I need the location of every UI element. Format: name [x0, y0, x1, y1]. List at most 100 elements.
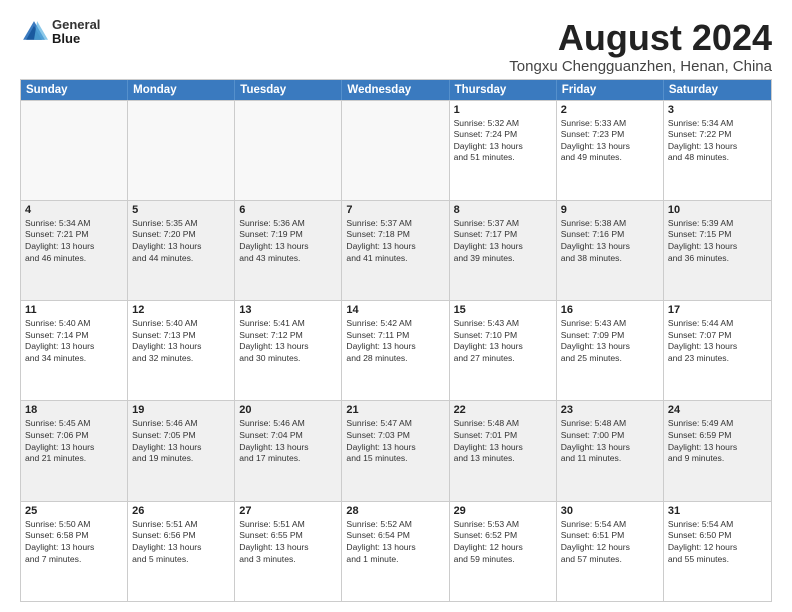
day-number: 23 — [561, 404, 659, 416]
cell-info: Daylight: 13 hours — [346, 241, 444, 253]
cal-cell-26: 26Sunrise: 5:51 AMSunset: 6:56 PMDayligh… — [128, 502, 235, 601]
page: General Blue August 2024 Tongxu Chenggua… — [0, 0, 792, 612]
calendar-row-5: 25Sunrise: 5:50 AMSunset: 6:58 PMDayligh… — [21, 501, 771, 601]
cell-info: Sunset: 6:54 PM — [346, 530, 444, 542]
cell-info: Daylight: 13 hours — [25, 341, 123, 353]
cell-info: Sunrise: 5:35 AM — [132, 218, 230, 230]
cal-cell-28: 28Sunrise: 5:52 AMSunset: 6:54 PMDayligh… — [342, 502, 449, 601]
cell-info: Sunrise: 5:54 AM — [561, 519, 659, 531]
header-day-saturday: Saturday — [664, 80, 771, 100]
cell-info: Sunrise: 5:43 AM — [561, 318, 659, 330]
cal-cell-24: 24Sunrise: 5:49 AMSunset: 6:59 PMDayligh… — [664, 401, 771, 500]
cell-info: Daylight: 13 hours — [561, 241, 659, 253]
cell-info: Sunset: 7:17 PM — [454, 229, 552, 241]
cell-info: and 7 minutes. — [25, 554, 123, 566]
day-number: 30 — [561, 505, 659, 517]
cell-info: Daylight: 13 hours — [132, 542, 230, 554]
cell-info: and 34 minutes. — [25, 353, 123, 365]
cell-info: Sunset: 7:22 PM — [668, 129, 767, 141]
cal-cell-27: 27Sunrise: 5:51 AMSunset: 6:55 PMDayligh… — [235, 502, 342, 601]
cal-cell-3: 3Sunrise: 5:34 AMSunset: 7:22 PMDaylight… — [664, 101, 771, 200]
cell-info: Sunset: 6:50 PM — [668, 530, 767, 542]
cal-cell-13: 13Sunrise: 5:41 AMSunset: 7:12 PMDayligh… — [235, 301, 342, 400]
cal-cell-31: 31Sunrise: 5:54 AMSunset: 6:50 PMDayligh… — [664, 502, 771, 601]
cell-info: Sunset: 7:07 PM — [668, 330, 767, 342]
cell-info: Daylight: 13 hours — [454, 241, 552, 253]
day-number: 7 — [346, 204, 444, 216]
cal-cell-14: 14Sunrise: 5:42 AMSunset: 7:11 PMDayligh… — [342, 301, 449, 400]
calendar-row-2: 4 Sunrise: 5:34 AMSunset: 7:21 PM Daylight… — [21, 200, 771, 300]
cell-info: Sunset: 7:14 PM — [25, 330, 123, 342]
cell-info: Daylight: 13 hours — [561, 141, 659, 153]
cell-info: Sunset: 7:00 PM — [561, 430, 659, 442]
cal-cell-2: 2Sunrise: 5:33 AMSunset: 7:23 PMDaylight… — [557, 101, 664, 200]
cell-info: and 32 minutes. — [132, 353, 230, 365]
day-number: 18 — [25, 404, 123, 416]
cal-cell-empty-1 — [128, 101, 235, 200]
cell-info: Sunset: 7:13 PM — [132, 330, 230, 342]
cell-info: and 17 minutes. — [239, 453, 337, 465]
logo-line2: Blue — [52, 32, 100, 46]
cell-info: Sunset: 7:15 PM — [668, 229, 767, 241]
cell-info: and 27 minutes. — [454, 353, 552, 365]
day-number: 28 — [346, 505, 444, 517]
cell-info: Sunrise: 5:33 AM — [561, 118, 659, 130]
cal-cell-7: 7Sunrise: 5:37 AMSunset: 7:18 PMDaylight… — [342, 201, 449, 300]
cell-info: Daylight: 13 hours — [346, 442, 444, 454]
day-number: 11 — [25, 304, 123, 316]
cal-cell-empty-2 — [235, 101, 342, 200]
cell-info: Daylight: 13 hours — [25, 542, 123, 554]
header-day-friday: Friday — [557, 80, 664, 100]
cell-info: Daylight: 12 hours — [668, 542, 767, 554]
cell-info: and 55 minutes. — [668, 554, 767, 566]
cal-cell-empty-0 — [21, 101, 128, 200]
cell-info: Sunset: 6:51 PM — [561, 530, 659, 542]
cell-info: Sunrise: 5:47 AM — [346, 418, 444, 430]
day-number: 17 — [668, 304, 767, 316]
cell-info: Sunrise: 5:36 AM — [239, 218, 337, 230]
cal-cell-1: 1Sunrise: 5:32 AMSunset: 7:24 PMDaylight… — [450, 101, 557, 200]
header-day-thursday: Thursday — [450, 80, 557, 100]
cell-info: Sunrise: 5:42 AM — [346, 318, 444, 330]
cell-info: Sunrise: 5:46 AM — [132, 418, 230, 430]
day-number: 13 — [239, 304, 337, 316]
cal-cell-22: 22Sunrise: 5:48 AMSunset: 7:01 PMDayligh… — [450, 401, 557, 500]
cell-info: Daylight: 13 hours — [454, 141, 552, 153]
logo-icon — [20, 18, 48, 46]
cell-info: Daylight: 13 hours — [561, 341, 659, 353]
calendar-header: SundayMondayTuesdayWednesdayThursdayFrid… — [21, 80, 771, 100]
cell-info: and 43 minutes. — [239, 253, 337, 265]
cal-cell-25: 25Sunrise: 5:50 AMSunset: 6:58 PMDayligh… — [21, 502, 128, 601]
day-number: 4 — [25, 204, 123, 216]
cell-info: Sunrise: 5:52 AM — [346, 519, 444, 531]
cell-info: and 38 minutes. — [561, 253, 659, 265]
header-day-monday: Monday — [128, 80, 235, 100]
cell-info: Sunrise: 5:48 AM — [561, 418, 659, 430]
cell-info: Sunrise: 5:48 AM — [454, 418, 552, 430]
cal-cell-12: 12Sunrise: 5:40 AMSunset: 7:13 PMDayligh… — [128, 301, 235, 400]
location: Tongxu Chengguanzhen, Henan, China — [509, 58, 772, 75]
cell-info: Sunset: 7:19 PM — [239, 229, 337, 241]
header-day-tuesday: Tuesday — [235, 80, 342, 100]
day-number: 6 — [239, 204, 337, 216]
cell-info: Sunrise: 5:32 AM — [454, 118, 552, 130]
cal-cell-empty-3 — [342, 101, 449, 200]
cal-cell-19: 19Sunrise: 5:46 AMSunset: 7:05 PMDayligh… — [128, 401, 235, 500]
cell-info: and 51 minutes. — [454, 152, 552, 164]
cal-cell-17: 17Sunrise: 5:44 AMSunset: 7:07 PMDayligh… — [664, 301, 771, 400]
cell-info: Sunset: 7:06 PM — [25, 430, 123, 442]
day-number: 14 — [346, 304, 444, 316]
day-number: 29 — [454, 505, 552, 517]
cal-cell-5: 5Sunrise: 5:35 AMSunset: 7:20 PMDaylight… — [128, 201, 235, 300]
cell-info: Sunrise: 5:34 AM — [25, 218, 123, 230]
cell-info: Daylight: 12 hours — [561, 542, 659, 554]
cal-cell-6: 6Sunrise: 5:36 AMSunset: 7:19 PMDaylight… — [235, 201, 342, 300]
cal-cell-20: 20Sunrise: 5:46 AMSunset: 7:04 PMDayligh… — [235, 401, 342, 500]
cell-info: Sunset: 7:21 PM — [25, 229, 123, 241]
day-number: 24 — [668, 404, 767, 416]
cal-cell-10: 10Sunrise: 5:39 AMSunset: 7:15 PMDayligh… — [664, 201, 771, 300]
cell-info: Sunrise: 5:41 AM — [239, 318, 337, 330]
cell-info: Sunrise: 5:45 AM — [25, 418, 123, 430]
cell-info: and 39 minutes. — [454, 253, 552, 265]
cell-info: and 49 minutes. — [561, 152, 659, 164]
